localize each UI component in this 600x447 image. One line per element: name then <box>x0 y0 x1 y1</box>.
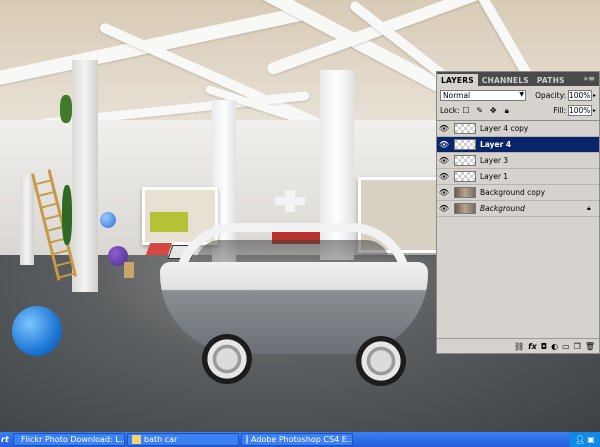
layer-row[interactable]: 👁︎ Layer 3 <box>437 153 599 169</box>
start-button[interactable]: rt <box>0 435 11 444</box>
blend-row: Normal ▼ Opacity: 100% ▸ <box>437 88 599 103</box>
panel-tabs: LAYERS CHANNELS PATHS »≡ <box>437 72 599 86</box>
eye-icon[interactable]: 👁︎ <box>437 156 451 165</box>
layer-name: Layer 4 <box>480 140 512 149</box>
layers-list: 👁︎ Layer 4 copy 👁︎ Layer 4 👁︎ Layer 3 👁︎… <box>437 120 599 217</box>
chevron-down-icon: ▼ <box>519 91 524 98</box>
white-cross <box>285 190 295 212</box>
user-tray-icon[interactable]: 👤︎ <box>575 435 585 444</box>
taskbar-button-browser[interactable]: Flickr Photo Download: L... <box>13 433 125 446</box>
lock-icon: 🔒︎ <box>587 204 591 212</box>
tab-layers[interactable]: LAYERS <box>437 74 478 86</box>
network-tray-icon[interactable]: ▣ <box>587 435 595 444</box>
panel-menu-icon[interactable]: »≡ <box>583 74 595 83</box>
delete-layer-icon[interactable]: 🗑︎ <box>585 342 595 351</box>
lock-label: Lock: <box>440 106 460 115</box>
eye-icon[interactable]: 👁︎ <box>437 172 451 181</box>
layer-thumbnail <box>454 155 476 166</box>
layer-name: Layer 1 <box>480 172 509 181</box>
layer-row-selected[interactable]: 👁︎ Layer 4 <box>437 137 599 153</box>
taskbar-button-photoshop[interactable]: Adobe Photoshop CS4 E... <box>241 433 353 446</box>
layer-style-icon[interactable]: fx <box>528 342 537 351</box>
taskbar-button-label: Flickr Photo Download: L... <box>21 435 125 444</box>
hanging-plant <box>60 95 72 123</box>
tab-paths[interactable]: PATHS <box>533 74 569 86</box>
blue-exercise-ball <box>12 306 62 356</box>
fill-arrow-icon[interactable]: ▸ <box>593 107 596 114</box>
fill-label: Fill: <box>553 106 566 115</box>
car-window <box>196 240 390 264</box>
link-layers-icon[interactable]: ⛓ <box>514 342 524 351</box>
tab-channels[interactable]: CHANNELS <box>478 74 533 86</box>
layer-name: Background <box>480 204 525 213</box>
pillar <box>20 175 34 265</box>
layer-thumbnail <box>454 203 476 214</box>
system-tray: 👤︎ ▣ <box>570 432 600 447</box>
layers-panel: LAYERS CHANNELS PATHS »≡ Normal ▼ Opacit… <box>436 71 600 354</box>
opacity-arrow-icon[interactable]: ▸ <box>593 92 596 99</box>
lock-image-icon[interactable]: ✎ <box>475 106 484 115</box>
layer-row[interactable]: 👁︎ Layer 1 <box>437 169 599 185</box>
green-sofa <box>150 212 188 232</box>
opacity-field[interactable]: 100% <box>567 90 592 101</box>
stool <box>124 262 134 278</box>
windows-taskbar: rt Flickr Photo Download: L... bath car … <box>0 432 600 447</box>
lock-row: Lock: ☐ ✎ ✥ 🔒︎ Fill: 100% ▸ <box>437 103 599 118</box>
lock-transparency-icon[interactable]: ☐ <box>462 106 471 115</box>
folder-icon <box>132 435 141 444</box>
car-wheel-right <box>356 336 406 386</box>
taskbar-button-label: Adobe Photoshop CS4 E... <box>251 435 353 444</box>
taskbar-button-label: bath car <box>144 435 178 444</box>
blend-mode-select[interactable]: Normal ▼ <box>440 90 526 101</box>
eye-icon[interactable]: 👁︎ <box>437 124 451 133</box>
layer-thumbnail <box>454 187 476 198</box>
eye-icon[interactable]: 👁︎ <box>437 204 451 213</box>
opacity-label: Opacity: <box>535 91 566 100</box>
new-layer-icon[interactable]: ❐ <box>574 342 581 351</box>
lock-position-icon[interactable]: ✥ <box>489 106 498 115</box>
taskbar-button-folder[interactable]: bath car <box>127 433 239 446</box>
layer-name: Layer 4 copy <box>480 124 529 133</box>
new-group-icon[interactable]: ▭ <box>562 342 570 351</box>
blend-mode-value: Normal <box>443 91 471 100</box>
pillar <box>72 60 98 292</box>
layer-name: Background copy <box>480 188 546 197</box>
lock-icons: ☐ ✎ ✥ 🔒︎ <box>462 106 514 115</box>
blue-ball <box>100 212 116 228</box>
add-mask-icon[interactable]: ◘ <box>541 342 547 351</box>
layer-thumbnail <box>454 171 476 182</box>
layer-row[interactable]: 👁︎ Background 🔒︎ <box>437 201 599 217</box>
panel-footer: ⛓ fx ◘ ◐ ▭ ❐ 🗑︎ <box>437 338 599 353</box>
eye-icon[interactable]: 👁︎ <box>437 188 451 197</box>
layer-thumbnail <box>454 139 476 150</box>
layer-row[interactable]: 👁︎ Background copy <box>437 185 599 201</box>
car-wheel-left <box>202 334 252 384</box>
layer-thumbnail <box>454 123 476 134</box>
eye-icon[interactable]: 👁︎ <box>437 140 451 149</box>
layer-row[interactable]: 👁︎ Layer 4 copy <box>437 121 599 137</box>
fill-field[interactable]: 100% <box>567 105 592 116</box>
adjustment-layer-icon[interactable]: ◐ <box>551 342 558 351</box>
layer-name: Layer 3 <box>480 156 509 165</box>
plant <box>62 185 72 245</box>
photoshop-icon <box>246 435 248 444</box>
lock-all-icon[interactable]: 🔒︎ <box>502 106 511 115</box>
